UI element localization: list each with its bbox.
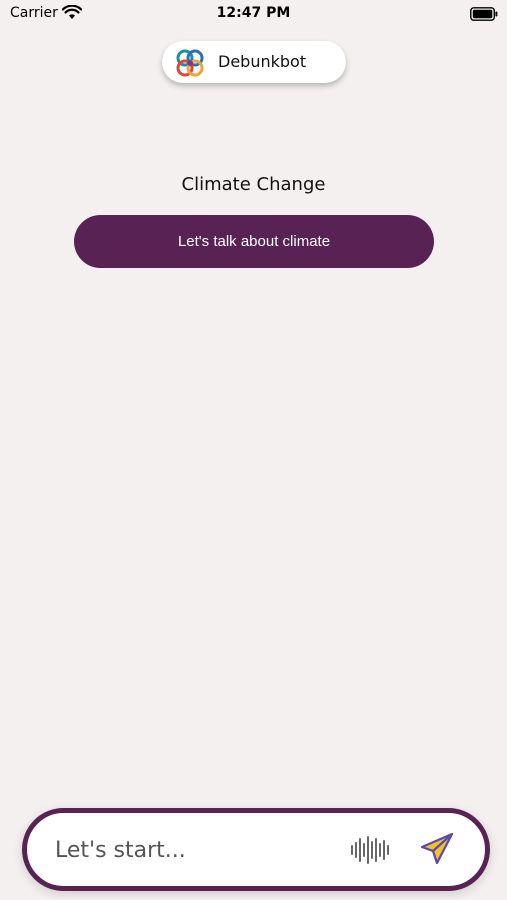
topic-title: Climate Change [181, 174, 326, 195]
debunkbot-logo-icon [176, 49, 204, 77]
status-time: 12:47 PM [216, 5, 291, 21]
send-paper-plane-icon[interactable] [419, 831, 455, 867]
app-header-pill[interactable]: Debunkbot [162, 41, 346, 83]
message-composer [22, 808, 490, 891]
app-name: Debunkbot [218, 52, 307, 71]
status-bar: Carrier 12:47 PM [0, 0, 507, 28]
battery-icon [470, 7, 498, 21]
start-topic-button[interactable]: Let's talk about climate [74, 215, 434, 268]
message-input[interactable] [53, 829, 327, 871]
voice-waveform-icon[interactable] [350, 835, 390, 865]
